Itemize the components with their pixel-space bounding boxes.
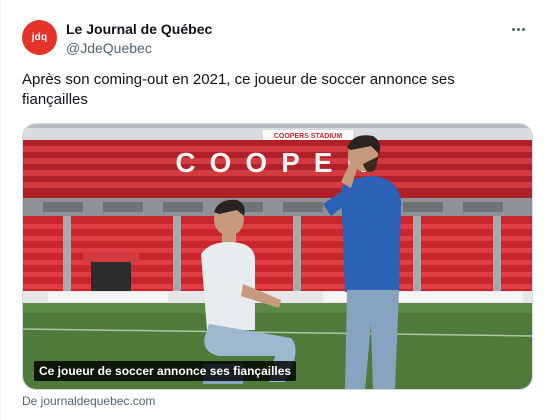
tweet-text: Après son coming-out en 2021, ce joueur … xyxy=(22,71,455,108)
tweet-media-video[interactable]: COOPERS STADIUM COOPER xyxy=(22,123,533,390)
account-avatar[interactable]: jdq xyxy=(22,20,57,55)
account-handle[interactable]: @JdeQuebec xyxy=(66,40,152,56)
stadium-sign-text: COOPERS STADIUM xyxy=(274,133,342,140)
stadium-scene-image: COOPERS STADIUM COOPER xyxy=(23,124,532,389)
account-name[interactable]: Le Journal de Québec xyxy=(66,21,212,37)
more-options-icon[interactable] xyxy=(506,20,530,38)
avatar-logo-text: jdq xyxy=(31,32,48,43)
video-caption-overlay: Ce joueur de soccer annonce ses fiançail… xyxy=(34,361,297,381)
tweet-card[interactable]: jdq Le Journal de Québec @JdeQuebec Aprè… xyxy=(0,0,550,420)
link-source-text[interactable]: De journaldequebec.com xyxy=(22,394,155,408)
